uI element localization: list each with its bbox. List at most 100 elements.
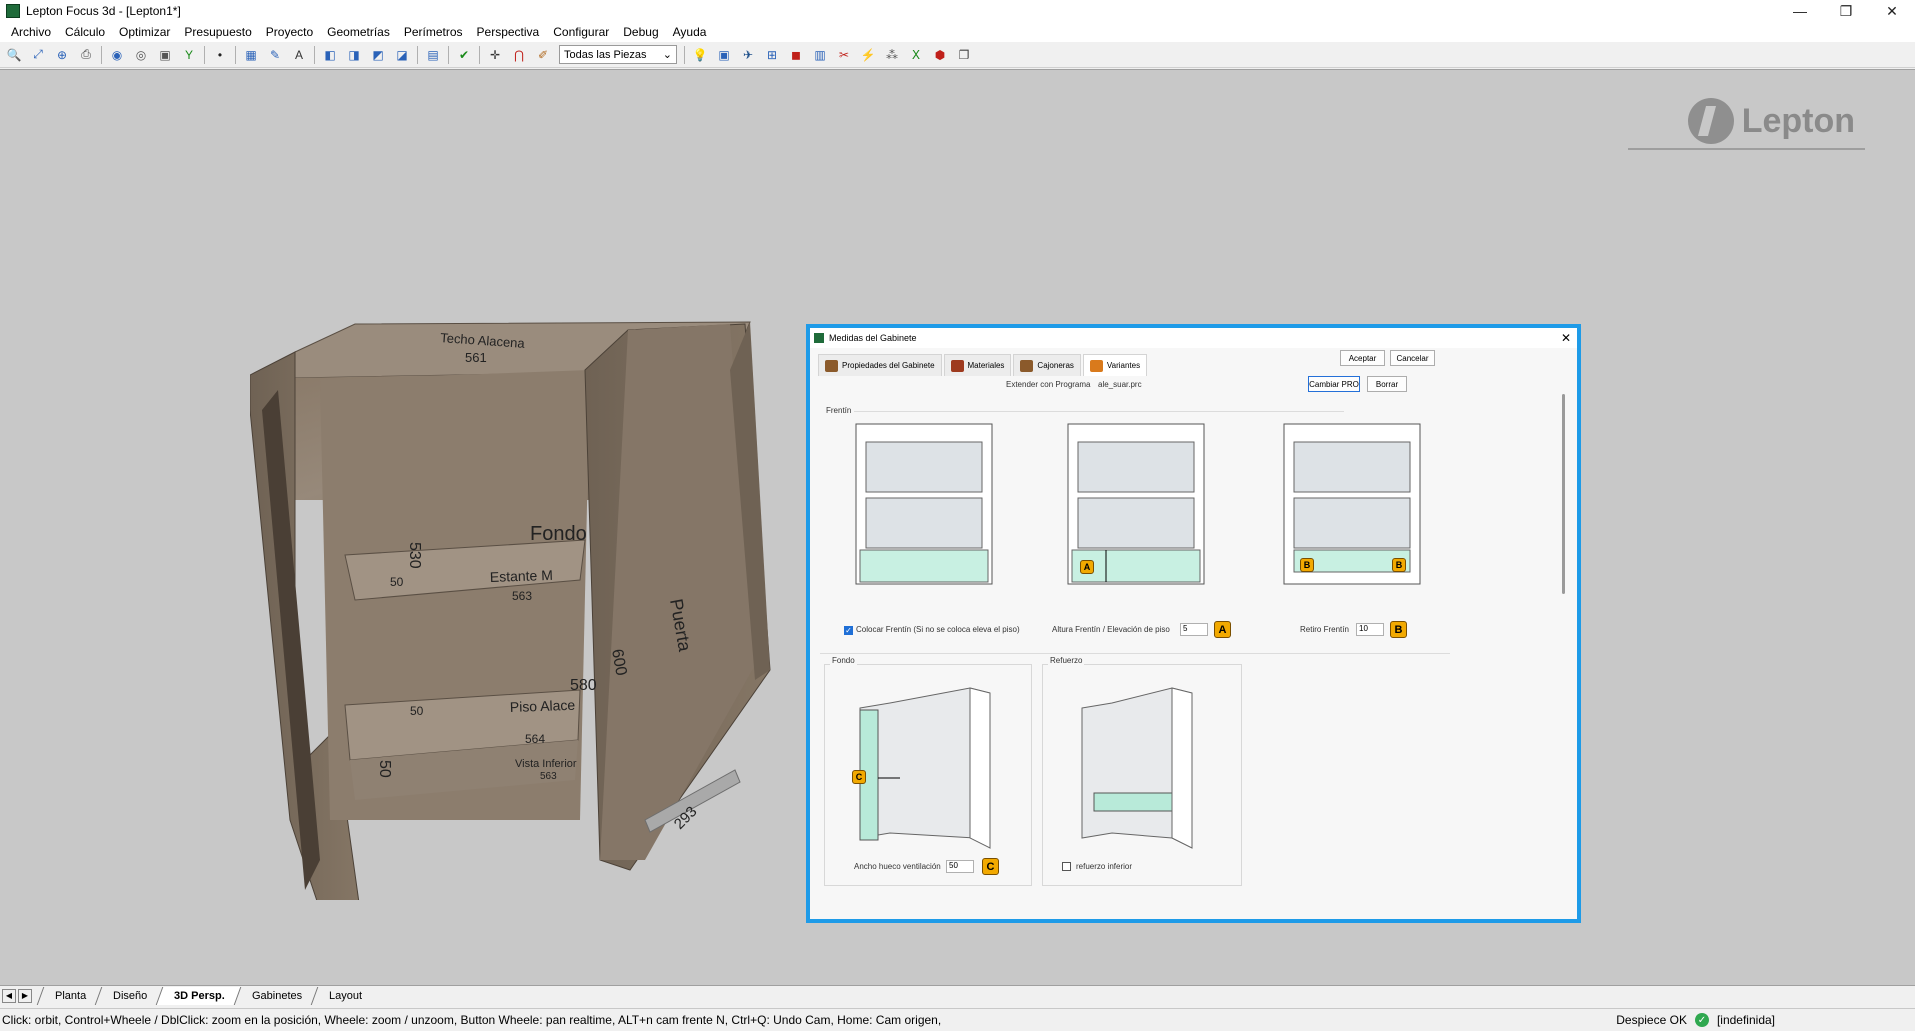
sheet-tab-diseno[interactable]: Diseño: [94, 986, 165, 1005]
refuerzo-checkbox[interactable]: [1062, 862, 1071, 871]
print-icon[interactable]: ⎙: [76, 45, 96, 65]
piece-filter-select[interactable]: Todas las Piezas ⌄: [559, 45, 677, 64]
toolbar-separator: [235, 45, 236, 64]
cut-icon[interactable]: ✂: [834, 45, 854, 65]
scroll-left-icon[interactable]: ◀: [2, 988, 16, 1003]
extend-value: ale_suar.prc: [1098, 380, 1142, 389]
materials-icon: [950, 359, 964, 372]
menu-perspectiva[interactable]: Perspectiva: [470, 25, 547, 39]
sheet-tab-layout[interactable]: Layout: [311, 986, 380, 1005]
dialog-scrollbar[interactable]: [1562, 394, 1565, 594]
tab-materiales[interactable]: Materiales: [943, 354, 1012, 376]
image-icon[interactable]: ▤: [423, 45, 443, 65]
lepton-logo-mark: [1687, 98, 1734, 144]
menu-configurar[interactable]: Configurar: [546, 25, 616, 39]
toolbar-separator: [417, 45, 418, 64]
label-floor-small: 50: [410, 704, 424, 718]
table-icon[interactable]: ▥: [810, 45, 830, 65]
menu-proyecto[interactable]: Proyecto: [259, 25, 320, 39]
shield-icon[interactable]: ⬢: [930, 45, 950, 65]
3d-viewport[interactable]: Lepton Techo Alacena 561 Fondo 530 50 Es…: [0, 69, 1915, 985]
hueco-input[interactable]: 50: [946, 860, 974, 873]
bird-icon[interactable]: ✈: [738, 45, 758, 65]
menu-bar: Archivo Cálculo Optimizar Presupuesto Pr…: [0, 22, 1915, 42]
copy-icon[interactable]: ❐: [954, 45, 974, 65]
tab-cajoneras[interactable]: Cajoneras: [1013, 354, 1081, 376]
light-bulb-icon[interactable]: 💡: [690, 45, 710, 65]
dialog-tabs: Propiedades del Gabinete Materiales Cajo…: [818, 354, 1149, 376]
label-floor-dim: 564: [525, 732, 545, 746]
wireframe-icon[interactable]: ◎: [131, 45, 151, 65]
section-refuerzo: Refuerzo: [1048, 656, 1085, 665]
cone-icon: [1089, 359, 1103, 372]
state-status: [indefinida]: [1716, 1013, 1775, 1027]
layers-icon[interactable]: ◼: [786, 45, 806, 65]
menu-archivo[interactable]: Archivo: [4, 25, 58, 39]
menu-calculo[interactable]: Cálculo: [58, 25, 112, 39]
camera-icon[interactable]: ▣: [155, 45, 175, 65]
move-icon[interactable]: ✛: [485, 45, 505, 65]
zoom-in-icon[interactable]: 🔍: [4, 45, 24, 65]
menu-perimetros[interactable]: Perímetros: [397, 25, 470, 39]
check-icon[interactable]: ✔: [454, 45, 474, 65]
dialog-title: Medidas del Gabinete: [829, 333, 917, 343]
restore-button[interactable]: ❐: [1823, 0, 1869, 22]
group-icon[interactable]: ⁂: [882, 45, 902, 65]
axis2-icon[interactable]: Ⅹ: [906, 45, 926, 65]
label-back-dim-side: 530: [406, 542, 423, 569]
tab-propiedades[interactable]: Propiedades del Gabinete: [818, 354, 942, 376]
badge-b-diagram-left: B: [1300, 558, 1314, 572]
axis-icon[interactable]: Y: [179, 45, 199, 65]
minimize-button[interactable]: —: [1777, 0, 1823, 22]
dialog-title-bar: Medidas del Gabinete ✕: [810, 328, 1577, 348]
view-front-icon[interactable]: ◧: [320, 45, 340, 65]
retiro-input[interactable]: 10: [1356, 623, 1384, 636]
height-label: Altura Frentín / Elevación de piso: [1052, 625, 1170, 634]
menu-presupuesto[interactable]: Presupuesto: [177, 25, 258, 39]
label-back: Fondo: [530, 523, 587, 545]
despiece-status: Despiece OK: [1616, 1013, 1687, 1027]
sheet-tab-planta[interactable]: Planta: [36, 986, 104, 1005]
tab-label: Cajoneras: [1037, 361, 1074, 370]
tab-variantes[interactable]: Variantes: [1082, 354, 1148, 376]
zoom-window-icon[interactable]: ⊕: [52, 45, 72, 65]
menu-debug[interactable]: Debug: [616, 25, 665, 39]
magnet-icon[interactable]: ⋂: [509, 45, 529, 65]
view-side-icon[interactable]: ◩: [368, 45, 388, 65]
zoom-extents-icon[interactable]: ⤢: [28, 45, 48, 65]
colocar-frentin-checkbox[interactable]: ✓: [844, 626, 853, 635]
scroll-right-icon[interactable]: ▶: [18, 988, 32, 1003]
point-icon[interactable]: •: [210, 45, 230, 65]
retiro-label: Retiro Frentín: [1300, 625, 1349, 634]
delete-button[interactable]: Borrar: [1367, 376, 1407, 392]
text-icon[interactable]: A: [289, 45, 309, 65]
accept-button[interactable]: Aceptar: [1340, 350, 1385, 366]
toolbar-separator: [448, 45, 449, 64]
brush-icon[interactable]: ✐: [533, 45, 553, 65]
cancel-button[interactable]: Cancelar: [1390, 350, 1435, 366]
wand-icon[interactable]: ⚡: [858, 45, 878, 65]
grid-icon[interactable]: ▦: [241, 45, 261, 65]
tab-label: Variantes: [1106, 361, 1141, 370]
ok-check-icon: ✓: [1694, 1013, 1709, 1027]
sheet-tab-gabinetes[interactable]: Gabinetes: [233, 986, 320, 1005]
toolbar-separator: [204, 45, 205, 64]
dialog-close-icon[interactable]: ✕: [1555, 331, 1577, 345]
render-icon[interactable]: ▣: [714, 45, 734, 65]
view-top-icon[interactable]: ◨: [344, 45, 364, 65]
tree-icon[interactable]: ⊞: [762, 45, 782, 65]
close-button[interactable]: ✕: [1869, 0, 1915, 22]
frentin-diagram-1: [855, 423, 993, 585]
cabinet-3d-model[interactable]: Techo Alacena 561 Fondo 530 50 Estante M…: [250, 300, 790, 900]
globe-icon[interactable]: ◉: [107, 45, 127, 65]
view-iso-icon[interactable]: ◪: [392, 45, 412, 65]
change-pro-button[interactable]: Cambiar PRO: [1308, 376, 1360, 392]
sheet-tab-3d-persp[interactable]: 3D Persp.: [156, 986, 243, 1005]
section-fondo: Fondo: [830, 656, 857, 665]
height-input[interactable]: 5: [1180, 623, 1208, 636]
edit-icon[interactable]: ✎: [265, 45, 285, 65]
menu-geometrias[interactable]: Geometrías: [320, 25, 397, 39]
menu-optimizar[interactable]: Optimizar: [112, 25, 177, 39]
piece-filter-value: Todas las Piezas: [564, 48, 647, 61]
menu-ayuda[interactable]: Ayuda: [666, 25, 714, 39]
